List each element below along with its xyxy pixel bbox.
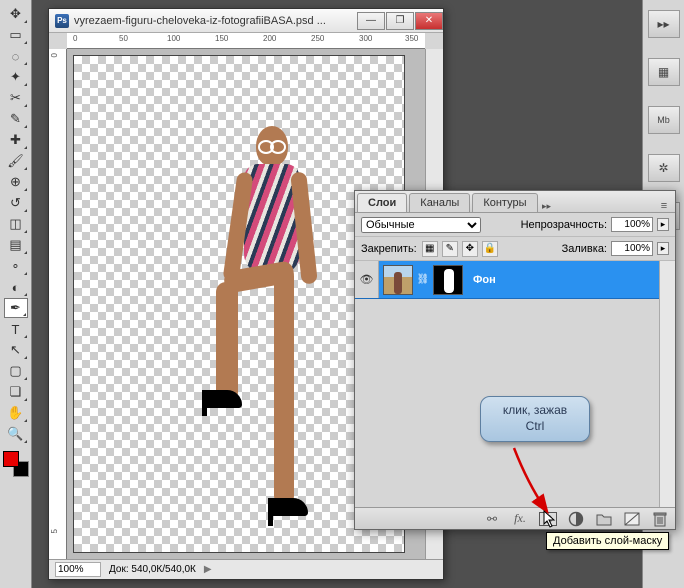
layer-fx-icon[interactable]: fx. <box>511 511 529 527</box>
layers-panel: Слои Каналы Контуры ▸▸ ≡ Обычные Непрозр… <box>354 190 676 530</box>
wand-tool[interactable]: ✦ <box>4 67 28 87</box>
link-layers-icon[interactable]: ⚯ <box>483 511 501 527</box>
lock-fill-row: Закрепить: ▦ ✎ ✥ 🔒 Заливка: ▸ <box>355 237 675 261</box>
dock-expand-icon[interactable]: ▸▸ <box>648 10 680 38</box>
gradient-tool[interactable]: ▤ <box>4 235 28 255</box>
panel-tabs: Слои Каналы Контуры ▸▸ ≡ <box>355 191 675 213</box>
delete-layer-icon[interactable] <box>651 511 669 527</box>
brush-tool[interactable]: 🖌 <box>4 151 28 171</box>
layer-list-scrollbar[interactable] <box>659 261 675 507</box>
visibility-toggle-icon[interactable]: 👁 <box>355 261 379 298</box>
lasso-tool[interactable]: ◌ <box>4 46 28 66</box>
blend-mode-select[interactable]: Обычные <box>361 217 481 233</box>
mask-link-icon[interactable]: ⛓ <box>417 265 429 295</box>
tab-layers[interactable]: Слои <box>357 193 407 212</box>
blend-opacity-row: Обычные Непрозрачность: ▸ <box>355 213 675 237</box>
panel-collapse-icon[interactable]: ▸▸ <box>538 201 556 212</box>
status-bar: Док: 540,0К/540,0К ▶ <box>49 559 443 579</box>
lock-label: Закрепить: <box>361 243 417 255</box>
person-figure <box>164 126 344 546</box>
vertical-ruler: 0 5 <box>49 49 67 559</box>
fill-input[interactable] <box>611 241 653 256</box>
window-close-button[interactable]: ✕ <box>415 12 443 30</box>
marquee-tool[interactable]: ▭ <box>4 25 28 45</box>
tooltip: Добавить слой-маску <box>546 532 669 550</box>
eraser-tool[interactable]: ◫ <box>4 214 28 234</box>
move-tool[interactable]: ✥ <box>4 4 28 24</box>
layers-panel-bottom: ⚯ fx. <box>355 507 675 529</box>
layer-row[interactable]: 👁 ⛓ Фон <box>355 261 675 299</box>
path-select-tool[interactable]: ↖ <box>4 340 28 360</box>
layer-name-label[interactable]: Фон <box>473 274 496 286</box>
history-brush-tool[interactable]: ↺ <box>4 193 28 213</box>
crop-tool[interactable]: ✂ <box>4 88 28 108</box>
opacity-flyout-icon[interactable]: ▸ <box>657 218 669 231</box>
opacity-input[interactable] <box>611 217 653 232</box>
pen-tool[interactable]: ✒ <box>4 298 28 318</box>
type-tool[interactable]: T <box>4 319 28 339</box>
window-minimize-button[interactable]: — <box>357 12 385 30</box>
layer-thumbnail[interactable] <box>383 265 413 295</box>
doc-size-label: Док: 540,0К/540,0К <box>109 564 196 575</box>
dock-actions-icon[interactable]: ✲ <box>648 154 680 182</box>
dodge-tool[interactable]: ◐ <box>4 277 28 297</box>
lock-all-icon[interactable]: 🔒 <box>482 241 498 257</box>
heal-tool[interactable]: ✚ <box>4 130 28 150</box>
tab-paths[interactable]: Контуры <box>472 193 537 212</box>
mask-thumbnail[interactable] <box>433 265 463 295</box>
3d-tool[interactable]: ❏ <box>4 382 28 402</box>
lock-icons-group: ▦ ✎ ✥ 🔒 <box>421 241 498 257</box>
zoom-tool[interactable]: 🔍 <box>4 424 28 444</box>
toolbox: ✥ ▭ ◌ ✦ ✂ ✎ ✚ 🖌 ⊕ ↺ ◫ ▤ ∘ ◐ ✒ T ↖ ▢ ❏ ✋ … <box>0 0 32 588</box>
tab-channels[interactable]: Каналы <box>409 193 470 212</box>
document-titlebar[interactable]: Ps vyrezaem-figuru-cheloveka-iz-fotograf… <box>49 9 443 33</box>
blur-tool[interactable]: ∘ <box>4 256 28 276</box>
lock-position-icon[interactable]: ✥ <box>462 241 478 257</box>
callout-bubble: клик, зажав Ctrl <box>480 396 590 442</box>
layer-list: 👁 ⛓ Фон <box>355 261 675 507</box>
lock-transparency-icon[interactable]: ▦ <box>422 241 438 257</box>
dock-histogram-icon[interactable]: ▦ <box>648 58 680 86</box>
dock-navigator-icon[interactable]: Mb <box>648 106 680 134</box>
opacity-label: Непрозрачность: <box>521 219 607 231</box>
hand-tool[interactable]: ✋ <box>4 403 28 423</box>
fill-flyout-icon[interactable]: ▸ <box>657 242 669 255</box>
horizontal-ruler: 0 50 100 150 200 250 300 350 <box>67 33 425 49</box>
zoom-input[interactable] <box>55 562 101 577</box>
add-layer-mask-button[interactable] <box>539 511 557 527</box>
document-title: vyrezaem-figuru-cheloveka-iz-fotografiiB… <box>74 15 356 27</box>
fill-label: Заливка: <box>562 243 607 255</box>
lock-pixels-icon[interactable]: ✎ <box>442 241 458 257</box>
stamp-tool[interactable]: ⊕ <box>4 172 28 192</box>
window-maximize-button[interactable]: ❐ <box>386 12 414 30</box>
photoshop-doc-icon: Ps <box>55 14 69 28</box>
shape-tool[interactable]: ▢ <box>4 361 28 381</box>
panel-menu-icon[interactable]: ≡ <box>653 200 675 212</box>
eyedropper-tool[interactable]: ✎ <box>4 109 28 129</box>
layer-group-icon[interactable] <box>595 511 613 527</box>
tooltip-text: Добавить слой-маску <box>553 535 662 547</box>
foreground-color-swatch[interactable] <box>3 451 19 467</box>
new-layer-icon[interactable] <box>623 511 641 527</box>
callout-text: клик, зажав Ctrl <box>503 403 567 434</box>
adjustment-layer-icon[interactable] <box>567 511 585 527</box>
color-swatches[interactable] <box>3 451 29 477</box>
